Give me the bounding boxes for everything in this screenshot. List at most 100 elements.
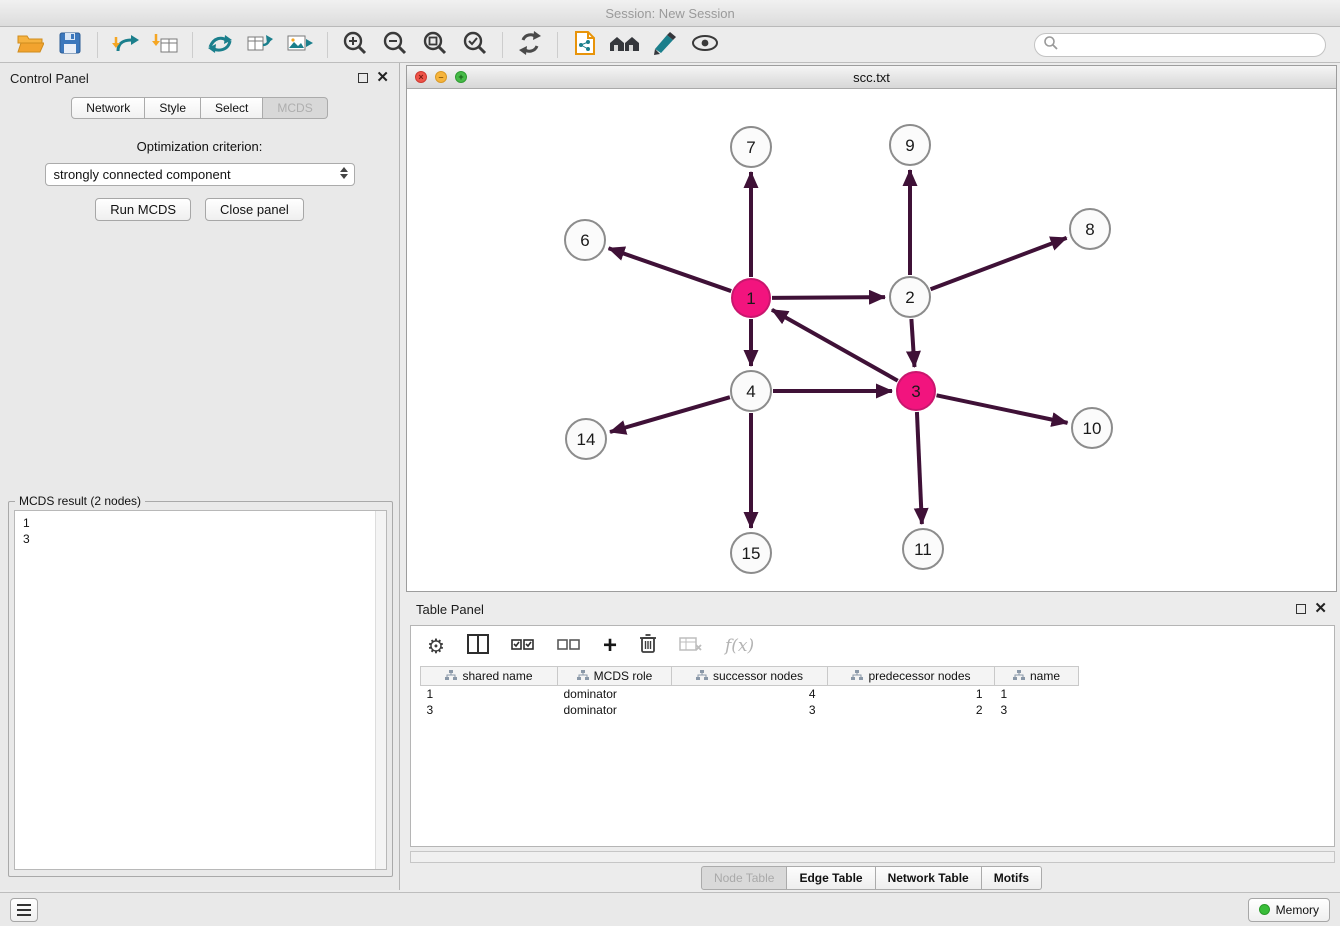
result-scrollbar[interactable] <box>375 511 386 869</box>
network-from-table-button[interactable] <box>240 30 280 60</box>
memory-button[interactable]: Memory <box>1248 898 1330 922</box>
graph-edge-3-11[interactable] <box>917 412 922 524</box>
column-header-predecessor-nodes[interactable]: predecessor nodes <box>828 667 995 686</box>
search-field[interactable] <box>1034 33 1326 57</box>
open-session-button[interactable] <box>10 30 50 60</box>
window-title: Session: New Session <box>605 6 734 21</box>
graph-node-label: 10 <box>1083 419 1102 438</box>
column-type-icon <box>1013 669 1025 683</box>
graph-node-label: 2 <box>905 288 914 307</box>
delete-table-button[interactable] <box>679 635 703 658</box>
delete-column-button[interactable] <box>639 633 657 659</box>
minimize-window-icon[interactable]: – <box>435 71 447 83</box>
home-button[interactable] <box>605 30 645 60</box>
network-graph[interactable]: 7968124314101511 <box>407 89 1336 591</box>
toolbar-separator <box>97 32 98 58</box>
run-mcds-button[interactable]: Run MCDS <box>95 198 191 221</box>
graph-edge-2-8[interactable] <box>931 238 1067 289</box>
import-network-button[interactable] <box>105 30 145 60</box>
checked-boxes-icon <box>511 636 535 657</box>
close-panel-button[interactable]: Close panel <box>205 198 304 221</box>
zoom-fit-button[interactable] <box>415 30 455 60</box>
table-row[interactable]: 3 dominator 3 2 3 <box>421 702 1079 718</box>
close-panel-icon[interactable]: ✕ <box>1314 604 1327 614</box>
search-input[interactable] <box>1059 38 1317 52</box>
tab-network-table[interactable]: Network Table <box>876 866 982 890</box>
trash-icon <box>639 633 657 659</box>
image-export-icon <box>286 31 314 60</box>
network-canvas[interactable]: 7968124314101511 <box>407 89 1336 591</box>
select-all-button[interactable] <box>511 636 535 657</box>
table-settings-button[interactable]: ⚙ <box>427 634 445 659</box>
save-floppy-icon <box>58 31 82 60</box>
memory-status-icon <box>1259 904 1270 915</box>
tab-style[interactable]: Style <box>145 97 201 119</box>
table-horizontal-scrollbar[interactable] <box>410 851 1335 863</box>
graph-node-label: 11 <box>914 540 932 559</box>
create-column-button[interactable]: + <box>603 636 617 656</box>
control-panel: Control Panel ✕ Network Style Select MCD… <box>0 63 400 890</box>
optimization-criterion-label: Optimization criterion: <box>0 139 399 154</box>
graph-edge-1-6[interactable] <box>609 248 732 291</box>
graph-edge-3-10[interactable] <box>937 395 1068 423</box>
tab-node-table[interactable]: Node Table <box>701 866 788 890</box>
zoom-in-button[interactable] <box>335 30 375 60</box>
apply-style-button[interactable] <box>645 30 685 60</box>
column-header-successor-nodes[interactable]: successor nodes <box>672 667 828 686</box>
control-panel-tabs: Network Style Select MCDS <box>0 97 399 119</box>
tab-edge-table[interactable]: Edge Table <box>787 866 875 890</box>
save-session-button[interactable] <box>50 30 90 60</box>
home-icon <box>608 31 642 60</box>
tab-network[interactable]: Network <box>71 97 145 119</box>
column-header-mcds-role[interactable]: MCDS role <box>558 667 672 686</box>
show-columns-button[interactable] <box>467 634 489 659</box>
graph-edge-1-2[interactable] <box>772 297 885 298</box>
search-icon <box>1043 35 1059 56</box>
dropdown-arrows-icon <box>340 167 348 179</box>
task-history-button[interactable] <box>10 898 38 922</box>
mcds-result-box[interactable]: 1 3 <box>14 510 387 870</box>
apply-layout-button[interactable] <box>510 30 550 60</box>
column-type-icon <box>851 669 863 683</box>
network-window-title: scc.txt <box>407 70 1336 85</box>
deselect-all-button[interactable] <box>557 636 581 657</box>
control-panel-header: Control Panel ✕ <box>0 63 399 93</box>
new-network-button[interactable] <box>200 30 240 60</box>
maximize-window-icon[interactable]: + <box>455 71 467 83</box>
graph-node-label: 1 <box>746 289 755 308</box>
function-builder-button[interactable]: f(x) <box>725 636 754 656</box>
network-table-icon <box>246 31 274 60</box>
column-header-name[interactable]: name <box>995 667 1079 686</box>
column-header-shared-name[interactable]: shared name <box>421 667 558 686</box>
table-tabs: Node Table Edge Table Network Table Moti… <box>406 866 1337 890</box>
graph-edge-3-1[interactable] <box>772 310 898 381</box>
zoom-out-button[interactable] <box>375 30 415 60</box>
eye-icon <box>691 33 719 58</box>
export-image-button[interactable] <box>280 30 320 60</box>
tab-motifs[interactable]: Motifs <box>982 866 1042 890</box>
mcds-result-line: 3 <box>23 531 378 547</box>
table-toolbar: ⚙ + f(x) <box>411 626 1334 666</box>
float-panel-icon[interactable] <box>358 73 368 83</box>
graph-edge-2-3[interactable] <box>911 319 914 367</box>
style-brush-icon <box>652 31 678 60</box>
zoom-selected-button[interactable] <box>455 30 495 60</box>
tab-mcds[interactable]: MCDS <box>263 97 327 119</box>
optimization-criterion-select[interactable]: strongly connected component <box>45 163 355 186</box>
tab-select[interactable]: Select <box>201 97 263 119</box>
plus-icon: + <box>603 636 617 656</box>
application-window: Session: New Session <box>0 0 1340 926</box>
network-window-titlebar[interactable]: × – + scc.txt <box>407 66 1336 89</box>
graph-node-label: 3 <box>911 382 920 401</box>
close-window-icon[interactable]: × <box>415 71 427 83</box>
close-panel-icon[interactable]: ✕ <box>376 73 389 83</box>
table-row[interactable]: 1 dominator 4 1 1 <box>421 686 1079 702</box>
graph-edge-4-14[interactable] <box>610 397 730 432</box>
graph-node-label: 8 <box>1085 220 1094 239</box>
float-panel-icon[interactable] <box>1296 604 1306 614</box>
import-table-button[interactable] <box>145 30 185 60</box>
show-hide-button[interactable] <box>685 30 725 60</box>
export-document-button[interactable] <box>565 30 605 60</box>
column-type-icon <box>445 669 457 683</box>
window-titlebar: Session: New Session <box>0 0 1340 27</box>
